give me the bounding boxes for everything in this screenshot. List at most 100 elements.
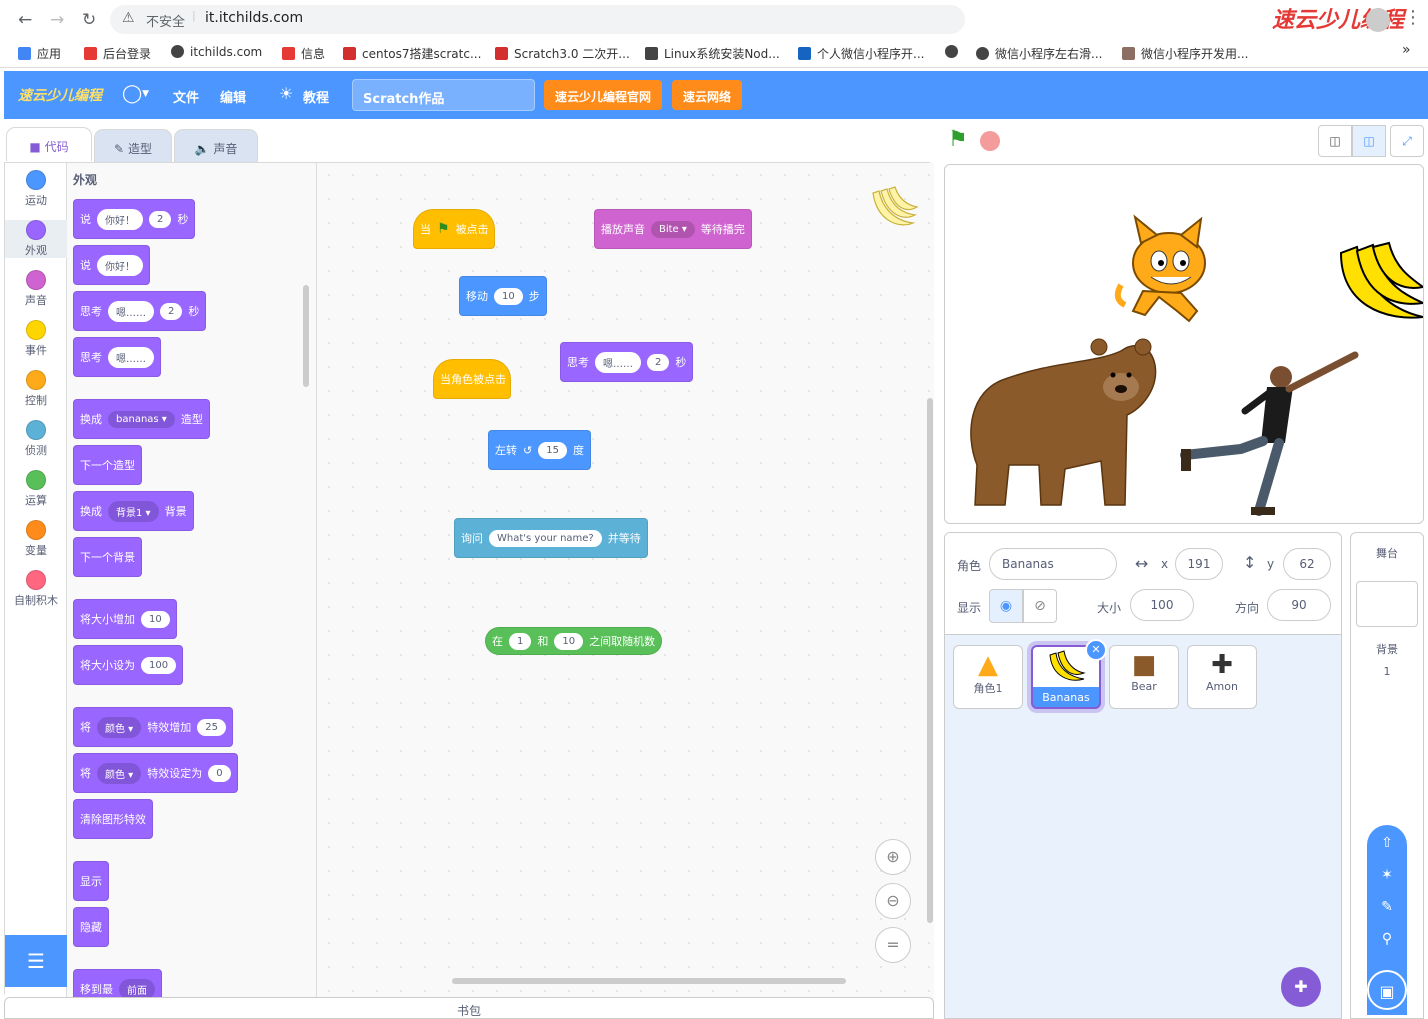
bookmark-item[interactable]: 后台登录 bbox=[84, 45, 151, 62]
network-button[interactable]: 速云网络 bbox=[672, 80, 743, 110]
palette-scrollbar[interactable] bbox=[303, 285, 309, 387]
project-title-input[interactable]: Scratch作品 bbox=[352, 79, 535, 111]
block-show[interactable]: 显示 bbox=[73, 861, 109, 901]
block-think[interactable]: 思考 嗯…… bbox=[73, 337, 161, 377]
size-input[interactable]: 100 bbox=[1130, 589, 1194, 621]
bookmark-item[interactable]: 微信小程序开发用... bbox=[1122, 45, 1248, 62]
block-hide[interactable]: 隐藏 bbox=[73, 907, 109, 947]
green-flag-icon: ⚑ bbox=[437, 221, 450, 237]
category-variables[interactable]: 变量 bbox=[5, 520, 67, 558]
upload-icon[interactable]: ⇧ bbox=[1367, 835, 1407, 851]
bookmark-item[interactable]: Linux系统安装Nod... bbox=[645, 45, 780, 62]
block-ask-and-wait[interactable]: 询问 What's your name? 并等待 bbox=[454, 518, 648, 558]
block-think-for-secs[interactable]: 思考 嗯…… 2 秒 bbox=[560, 342, 694, 382]
bookmark-item[interactable]: Scratch3.0 二次开... bbox=[495, 45, 630, 62]
paint-icon[interactable]: ✎ bbox=[1367, 899, 1407, 915]
block-set-effect[interactable]: 将颜色 ▾ 特效设定为 0 bbox=[73, 753, 238, 793]
add-sprite-button[interactable]: ✚ bbox=[1281, 967, 1321, 1007]
zoom-in-icon[interactable]: ⊕ bbox=[875, 839, 911, 875]
block-when-sprite-clicked[interactable]: 当角色被点击 bbox=[433, 359, 511, 399]
category-looks[interactable]: 外观 bbox=[5, 220, 67, 258]
sprite-tile[interactable]: ✚ Amon bbox=[1187, 645, 1257, 709]
script-workspace[interactable]: 当 ⚑ 被点击 播放声音 Bite ▾ 等待播完 移动 10 步 思考 嗯…… 2 秒 当角色被点… bbox=[317, 163, 934, 999]
category-control[interactable]: 控制 bbox=[5, 370, 67, 408]
large-stage-icon[interactable]: ◫ bbox=[1352, 125, 1386, 157]
category-events[interactable]: 事件 bbox=[5, 320, 67, 358]
hide-sprite-icon[interactable]: ⊘ bbox=[1023, 589, 1057, 623]
show-sprite-icon[interactable]: ◉ bbox=[989, 589, 1023, 623]
zoom-reset-icon[interactable]: = bbox=[875, 927, 911, 963]
add-extension-button[interactable]: ☰ bbox=[5, 935, 67, 987]
bookmark-item[interactable]: 应用 bbox=[18, 45, 61, 62]
stop-icon[interactable] bbox=[980, 131, 1000, 151]
language-globe-icon[interactable]: ◯▼ bbox=[122, 83, 149, 104]
block-next-backdrop[interactable]: 下一个背景 bbox=[73, 537, 142, 577]
block-switch-backdrop[interactable]: 换成 背景1 ▾ 背景 bbox=[73, 491, 194, 531]
block-change-effect[interactable]: 将颜色 ▾ 特效增加 25 bbox=[73, 707, 233, 747]
bookmark-item[interactable]: 微信小程序左右滑... bbox=[976, 45, 1102, 62]
delete-sprite-icon[interactable]: ✕ bbox=[1085, 639, 1107, 661]
add-backdrop-button[interactable]: ▣ bbox=[1367, 970, 1407, 1010]
avatar[interactable] bbox=[1366, 8, 1390, 32]
sprite-tile[interactable]: ▲ 角色1 bbox=[953, 645, 1023, 709]
stage-selector[interactable]: 舞台 背景 1 ⇧ ✶ ✎ ⚲ ▣ bbox=[1350, 532, 1424, 1019]
block-change-size[interactable]: 将大小增加 10 bbox=[73, 599, 177, 639]
logo[interactable]: 速云少儿编程 bbox=[18, 85, 102, 105]
more-bookmarks[interactable]: » bbox=[1402, 42, 1411, 58]
block-say-for-secs[interactable]: 说你好！ 2 秒 bbox=[73, 199, 196, 239]
block-goto-layer[interactable]: 移到最 前面 bbox=[73, 969, 162, 999]
block-play-sound-until-done[interactable]: 播放声音 Bite ▾ 等待播完 bbox=[594, 209, 752, 249]
category-myblocks[interactable]: 自制积木 bbox=[5, 570, 67, 608]
category-operators[interactable]: 运算 bbox=[5, 470, 67, 508]
bookmark-item[interactable]: 信息 bbox=[282, 45, 325, 62]
bookmark-item[interactable]: itchilds.com bbox=[171, 45, 262, 59]
file-menu[interactable]: 文件 bbox=[173, 87, 199, 106]
bookmark-item[interactable]: centos7搭建scratc... bbox=[343, 45, 481, 62]
block-think-for-secs[interactable]: 思考 嗯…… 2 秒 bbox=[73, 291, 207, 331]
category-sound[interactable]: 声音 bbox=[5, 270, 67, 308]
cat-sprite bbox=[1114, 214, 1206, 323]
bookmark-item[interactable]: 个人微信小程序开... bbox=[798, 45, 924, 62]
forward-icon[interactable]: → bbox=[50, 10, 64, 30]
banana-sprite bbox=[1339, 241, 1423, 319]
reload-icon[interactable]: ↻ bbox=[82, 10, 96, 30]
fullscreen-icon[interactable]: ⤢ bbox=[1390, 125, 1424, 157]
back-icon[interactable]: ← bbox=[18, 10, 32, 30]
sprite-name-input[interactable]: Bananas bbox=[989, 548, 1117, 580]
workspace-hscrollbar[interactable] bbox=[452, 978, 846, 984]
small-stage-icon[interactable]: ◫ bbox=[1318, 125, 1352, 157]
x-input[interactable]: 191 bbox=[1175, 548, 1223, 580]
block-move-steps[interactable]: 移动 10 步 bbox=[459, 276, 547, 316]
edit-menu[interactable]: 编辑 bbox=[220, 87, 246, 106]
stage-thumbnail[interactable] bbox=[1356, 581, 1418, 627]
category-motion[interactable]: 运动 bbox=[5, 170, 67, 208]
sprite-tile[interactable]: ■ Bear bbox=[1109, 645, 1179, 709]
block-when-flag-clicked[interactable]: 当 ⚑ 被点击 bbox=[413, 209, 495, 249]
green-flag-icon[interactable]: ⚑ bbox=[948, 127, 968, 152]
bookmark-item[interactable] bbox=[945, 45, 964, 59]
block-random-number[interactable]: 在 1 和 10 之间取随机数 bbox=[485, 627, 663, 655]
block-clear-effects[interactable]: 清除图形特效 bbox=[73, 799, 153, 839]
official-site-button[interactable]: 速云少儿编程官网 bbox=[544, 80, 663, 110]
tab-sounds[interactable]: 🔈 声音 bbox=[174, 129, 258, 163]
block-set-size[interactable]: 将大小设为 100 bbox=[73, 645, 184, 685]
direction-input[interactable]: 90 bbox=[1267, 589, 1331, 621]
stage-canvas[interactable] bbox=[944, 164, 1424, 524]
block-turn-left[interactable]: 左转 ↺ 15 度 bbox=[488, 430, 591, 470]
tab-costumes[interactable]: ✎ 造型 bbox=[94, 129, 172, 163]
tutorials-menu[interactable]: 教程 bbox=[303, 87, 329, 106]
category-sensing[interactable]: 侦测 bbox=[5, 420, 67, 458]
block-say[interactable]: 说你好！ bbox=[73, 245, 150, 285]
block-switch-costume[interactable]: 换成 bananas ▾ 造型 bbox=[73, 399, 210, 439]
search-icon[interactable]: ⚲ bbox=[1367, 931, 1407, 947]
sprite-tile-selected[interactable]: Bananas ✕ bbox=[1031, 639, 1107, 709]
backpack[interactable]: 书包 bbox=[4, 997, 934, 1019]
surprise-icon[interactable]: ✶ bbox=[1367, 867, 1407, 883]
workspace-vscrollbar[interactable] bbox=[927, 398, 933, 923]
address-bar[interactable]: ⚠ 不安全 | it.itchilds.com bbox=[110, 5, 965, 34]
tab-code[interactable]: ■ 代码 bbox=[6, 127, 92, 161]
block-next-costume[interactable]: 下一个造型 bbox=[73, 445, 142, 485]
menu-icon[interactable]: ⋮ bbox=[1404, 7, 1422, 28]
y-input[interactable]: 62 bbox=[1283, 548, 1331, 580]
zoom-out-icon[interactable]: ⊖ bbox=[875, 883, 911, 919]
